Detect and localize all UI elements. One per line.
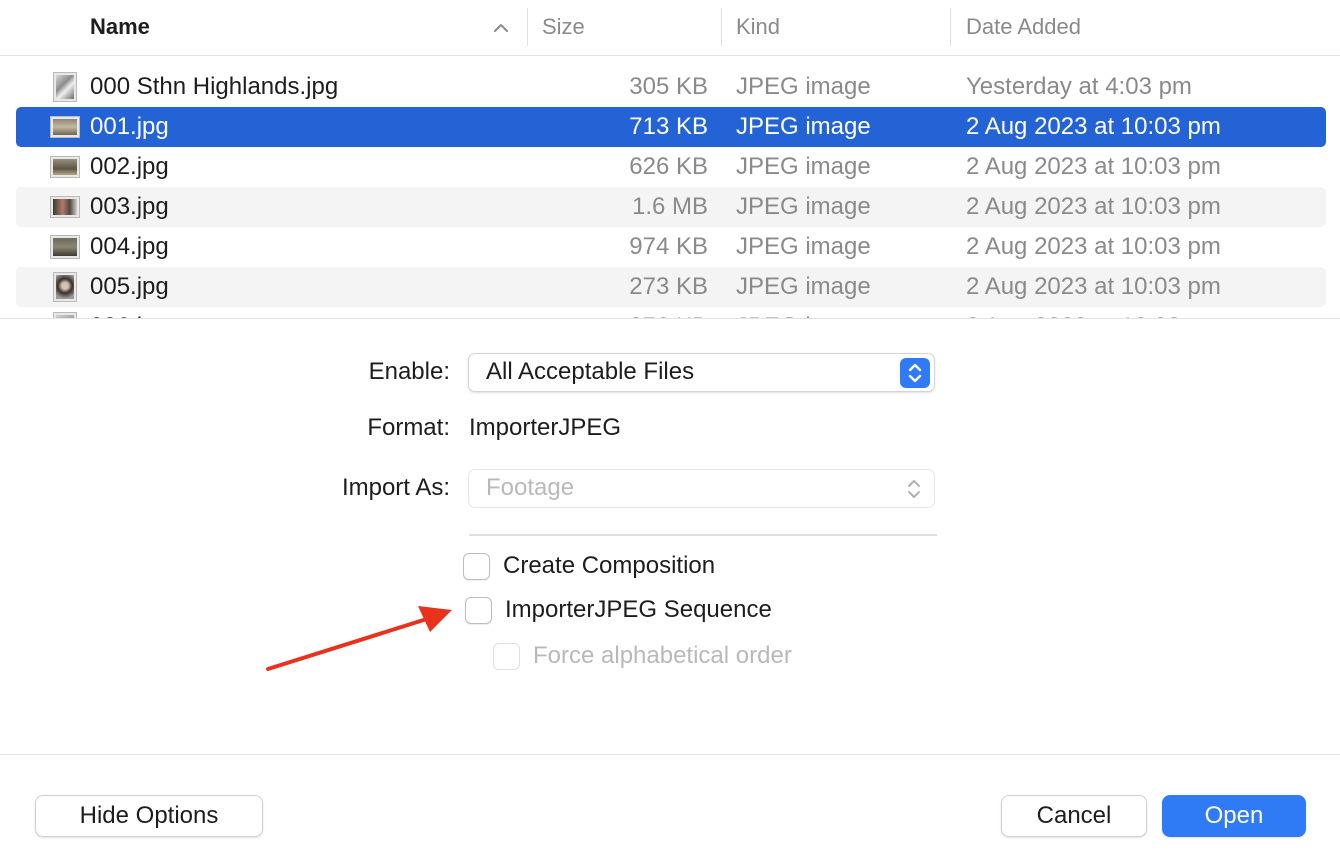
file-size: 273 KB [629, 273, 708, 300]
file-size: 305 KB [629, 73, 708, 100]
file-kind: JPEG image [736, 233, 871, 260]
create-composition-label[interactable]: Create Composition [503, 552, 715, 580]
open-file-dialog: Name Size Kind Date Added 000 Sthn Highl… [0, 0, 1340, 868]
file-date-added: 2 Aug 2023 at 10:03 pm [966, 273, 1221, 300]
file-kind: JPEG image [736, 193, 871, 220]
file-kind: JPEG image [736, 113, 871, 140]
enable-popup[interactable]: All Acceptable Files [468, 353, 935, 392]
file-row[interactable]: 000 Sthn Highlands.jpg 305 KB JPEG image… [16, 67, 1326, 107]
file-kind: JPEG image [736, 73, 871, 100]
file-name: 002.jpg [90, 153, 169, 180]
file-date-added: Yesterday at 4:03 pm [966, 73, 1192, 100]
file-date-added: 2 Aug 2023 at 10:03 pm [966, 193, 1221, 220]
file-row[interactable]: 002.jpg 626 KB JPEG image 2 Aug 2023 at … [16, 147, 1326, 187]
create-composition-checkbox[interactable] [463, 553, 490, 580]
hide-options-button[interactable]: Hide Options [35, 795, 263, 837]
import-as-popup[interactable]: Footage [468, 469, 935, 508]
file-size: 1.6 MB [631, 193, 708, 220]
format-value: ImporterJPEG [469, 414, 622, 441]
image-thumbnail-icon [54, 73, 76, 101]
file-name: 003.jpg [90, 193, 169, 220]
file-kind: JPEG image [736, 307, 871, 318]
force-alphabetical-label[interactable]: Force alphabetical order [533, 642, 792, 670]
column-divider[interactable] [950, 8, 951, 46]
file-row[interactable]: 005.jpg 273 KB JPEG image 2 Aug 2023 at … [16, 267, 1326, 307]
file-name: 004.jpg [90, 233, 169, 260]
file-kind: JPEG image [736, 153, 871, 180]
sequence-label[interactable]: ImporterJPEG Sequence [505, 596, 772, 624]
column-divider[interactable] [721, 8, 722, 46]
file-list[interactable]: 000 Sthn Highlands.jpg 305 KB JPEG image… [0, 56, 1340, 318]
image-thumbnail-icon [51, 197, 79, 217]
file-row[interactable]: 004.jpg 974 KB JPEG image 2 Aug 2023 at … [16, 227, 1326, 267]
column-date-added[interactable]: Date Added [966, 0, 1081, 56]
import-as-value: Footage [486, 474, 575, 501]
chevron-up-icon[interactable] [490, 14, 512, 42]
file-size: 713 KB [629, 113, 708, 140]
column-kind[interactable]: Kind [736, 0, 780, 56]
file-size: 626 KB [629, 153, 708, 180]
file-name: 006.jpg [90, 307, 169, 318]
file-size: 974 KB [629, 233, 708, 260]
file-date-added: 2 Aug 2023 at 10:03 pm [966, 307, 1221, 318]
divider [0, 754, 1340, 755]
image-thumbnail-icon [51, 236, 79, 258]
chevron-updown-icon [904, 476, 924, 502]
file-row-selected[interactable]: 001.jpg 713 KB JPEG image 2 Aug 2023 at … [16, 107, 1326, 147]
image-thumbnail-icon [51, 157, 79, 177]
file-date-added: 2 Aug 2023 at 10:03 pm [966, 113, 1221, 140]
divider [469, 534, 937, 536]
file-row[interactable]: 006.jpg 276 KB JPEG image 2 Aug 2023 at … [16, 307, 1326, 318]
file-date-added: 2 Aug 2023 at 10:03 pm [966, 153, 1221, 180]
format-label: Format: [367, 414, 450, 441]
column-size[interactable]: Size [542, 0, 585, 56]
column-divider[interactable] [527, 8, 528, 46]
import-as-label: Import As: [341, 474, 450, 501]
chevron-updown-icon [900, 358, 930, 388]
file-size: 276 KB [629, 307, 708, 318]
image-thumbnail-icon [51, 117, 79, 137]
column-name[interactable]: Name [90, 0, 520, 56]
file-date-added: 2 Aug 2023 at 10:03 pm [966, 233, 1221, 260]
open-button[interactable]: Open [1162, 795, 1306, 837]
file-row[interactable]: 003.jpg 1.6 MB JPEG image 2 Aug 2023 at … [16, 187, 1326, 227]
file-name: 000 Sthn Highlands.jpg [90, 73, 339, 100]
enable-label: Enable: [368, 358, 450, 385]
column-header: Name Size Kind Date Added [0, 0, 1340, 56]
annotation-arrow-icon [266, 606, 452, 671]
cancel-button[interactable]: Cancel [1001, 795, 1147, 837]
file-name: 001.jpg [90, 113, 169, 140]
image-thumbnail-icon [54, 273, 76, 301]
file-name: 005.jpg [90, 273, 169, 300]
force-alphabetical-checkbox[interactable] [493, 643, 520, 670]
divider [0, 318, 1340, 319]
sequence-checkbox[interactable] [465, 597, 492, 624]
enable-value: All Acceptable Files [486, 358, 695, 385]
file-kind: JPEG image [736, 273, 871, 300]
